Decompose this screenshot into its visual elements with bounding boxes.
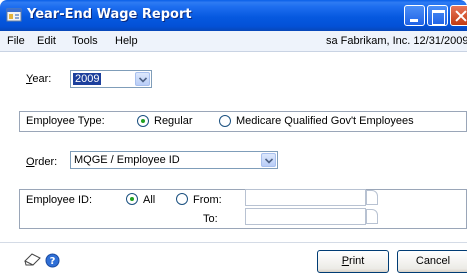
maximize-icon[interactable] [427, 5, 448, 26]
from-employee-id-field[interactable] [245, 189, 366, 206]
year-label: Year: [26, 73, 52, 85]
from-label: From: [193, 194, 222, 206]
footer-bar: ? Print Cancel [0, 242, 467, 276]
medicare-qualified-radio[interactable] [219, 115, 231, 127]
medicare-qualified-label: Medicare Qualified Gov't Employees [236, 115, 414, 127]
chevron-down-icon[interactable] [261, 153, 276, 167]
year-end-wage-report-window: Year-End Wage Report File Edit Tools Hel… [0, 0, 467, 276]
form-area: Year: 2009 Employee Type: Regular Medica… [0, 52, 467, 276]
help-icon[interactable]: ? [45, 253, 60, 268]
chevron-down-icon[interactable] [135, 72, 150, 86]
order-select[interactable]: MQGE / Employee ID [70, 151, 278, 169]
employee-id-label: Employee ID: [26, 194, 93, 206]
to-lookup-icon[interactable] [366, 209, 378, 224]
window-title: Year-End Wage Report [27, 7, 192, 22]
menu-help[interactable]: Help [115, 35, 138, 47]
from-lookup-icon[interactable] [366, 190, 378, 205]
cancel-button[interactable]: Cancel [397, 250, 467, 273]
company-context: sa Fabrikam, Inc. 12/31/2009 [326, 35, 467, 47]
menu-tools[interactable]: Tools [72, 35, 98, 47]
all-label: All [143, 194, 156, 206]
to-label: To: [203, 213, 218, 225]
to-employee-id-field[interactable] [245, 208, 366, 225]
svg-text:?: ? [50, 256, 56, 267]
menu-edit[interactable]: Edit [37, 35, 56, 47]
report-window-icon [6, 8, 22, 22]
note-icon[interactable] [24, 253, 41, 267]
from-radio[interactable] [176, 193, 188, 205]
menu-file[interactable]: File [7, 35, 25, 47]
all-radio[interactable] [126, 193, 138, 205]
order-value: MQGE / Employee ID [74, 154, 180, 166]
employee-type-label: Employee Type: [26, 115, 105, 127]
close-icon[interactable] [450, 5, 467, 26]
year-value: 2009 [73, 73, 102, 85]
print-button[interactable]: Print [317, 250, 389, 273]
title-bar[interactable]: Year-End Wage Report [0, 0, 467, 31]
minimize-icon[interactable] [404, 5, 425, 26]
regular-label: Regular [154, 115, 193, 127]
regular-radio[interactable] [137, 115, 149, 127]
menu-bar: File Edit Tools Help sa Fabrikam, Inc. 1… [0, 31, 467, 52]
order-label: Order: [26, 156, 58, 168]
year-select[interactable]: 2009 [70, 70, 152, 88]
